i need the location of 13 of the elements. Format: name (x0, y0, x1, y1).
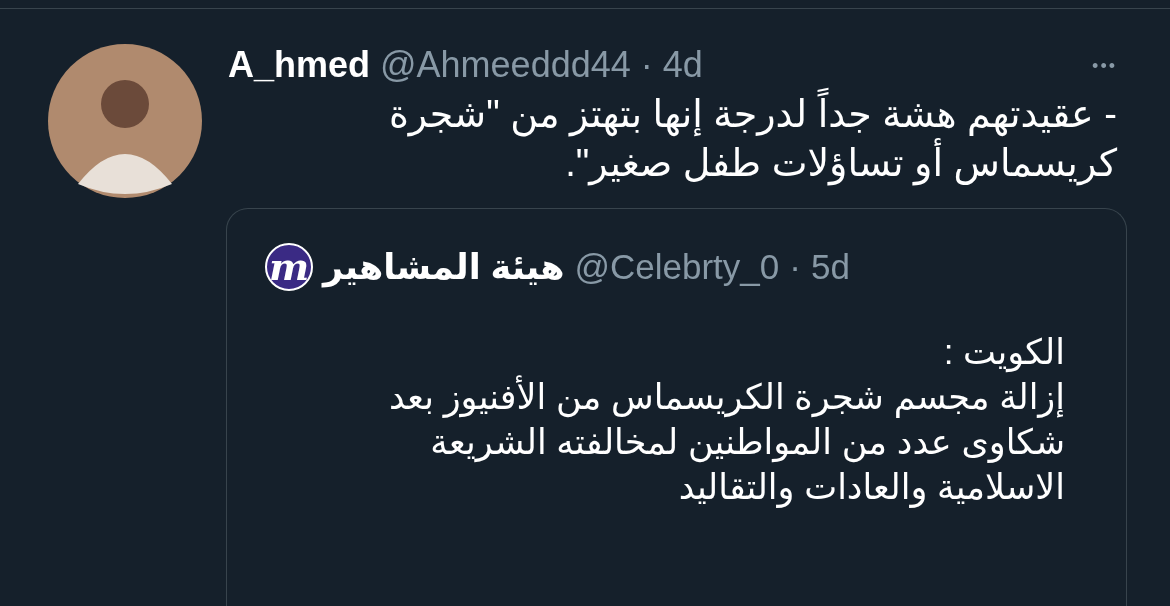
user-handle[interactable]: @Celebrty_0 (574, 247, 780, 287)
display-name[interactable]: A_hmed (228, 44, 371, 86)
avatar[interactable] (48, 44, 202, 198)
user-handle[interactable]: @Ahmeeddd44 (380, 44, 631, 86)
timestamp[interactable]: 4d (662, 44, 703, 86)
profile-logo[interactable]: m (265, 243, 313, 291)
quoted-tweet-text: الكويت : إزالة مجسم شجرة الكريسماس من الأفنيوز بعد شكاوى عدد من المواطنين لمخالفته الشريعة الاسلامية والعادات والتقاليد (387, 331, 1065, 509)
timestamp[interactable]: 5d (810, 247, 850, 287)
more-button[interactable]: ••• (1092, 55, 1117, 77)
display-name[interactable]: هيئة المشاهير (323, 247, 565, 287)
tweet-text: - عقيدتهم هشة جداً لدرجة إنها بتهتز من "شجرة كريسماس أو تساؤلات طفل صغير". (228, 90, 1117, 188)
separator-dot: · (789, 247, 801, 287)
separator-dot: · (640, 44, 653, 86)
